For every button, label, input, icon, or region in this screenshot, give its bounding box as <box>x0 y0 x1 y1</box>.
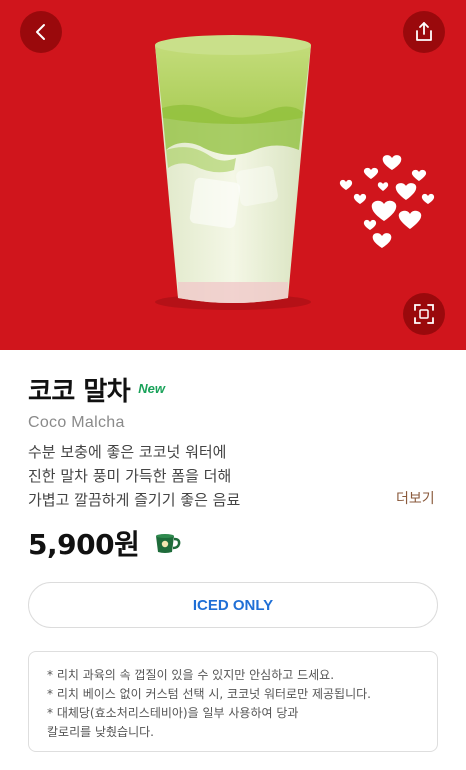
notice-line: * 대체당(효소처리스테비아)을 일부 사용하여 당과 <box>47 706 299 720</box>
hearts-decoration <box>339 155 435 248</box>
more-link[interactable]: 더보기 <box>396 488 435 508</box>
fullscreen-icon <box>414 304 434 324</box>
zoom-image-button[interactable] <box>403 293 445 335</box>
share-icon <box>416 22 432 41</box>
notice-box: * 리치 과육의 속 껍질이 있을 수 있지만 안심하고 드세요. * 리치 베… <box>28 651 438 752</box>
product-title-row: 코코 말차 New <box>28 376 165 408</box>
product-name: 코코 말차 <box>28 377 131 407</box>
mug-icon <box>156 534 181 553</box>
matcha-drink-illustration <box>155 35 435 310</box>
product-description: 수분 보충에 좋은 코코넛 워터에 진한 말차 풍미 가득한 폼을 더해 가볍고… <box>28 440 388 512</box>
description-line: 수분 보충에 좋은 코코넛 워터에 <box>28 443 227 461</box>
notice-line: 칼로리를 낮췄습니다. <box>47 725 154 739</box>
iced-only-option[interactable]: ICED ONLY <box>28 582 438 628</box>
chevron-left-icon <box>36 24 45 40</box>
description-line: 진한 말차 풍미 가득한 폼을 더해 <box>28 467 232 485</box>
description-line: 가볍고 깔끔하게 즐기기 좋은 음료 <box>28 491 241 509</box>
product-hero-image <box>0 0 466 350</box>
notice-line: * 리치 과육의 속 껍질이 있을 수 있지만 안심하고 드세요. <box>47 668 335 682</box>
price-row: 5,900원 <box>28 523 181 563</box>
share-button[interactable] <box>403 11 445 53</box>
back-button[interactable] <box>20 11 62 53</box>
price: 5,900원 <box>28 528 140 561</box>
new-badge: New <box>138 381 165 396</box>
product-english-name: Coco Malcha <box>28 414 125 431</box>
notice-line: * 리치 베이스 없이 커스텀 선택 시, 코코넛 워터로만 제공됩니다. <box>47 687 371 701</box>
